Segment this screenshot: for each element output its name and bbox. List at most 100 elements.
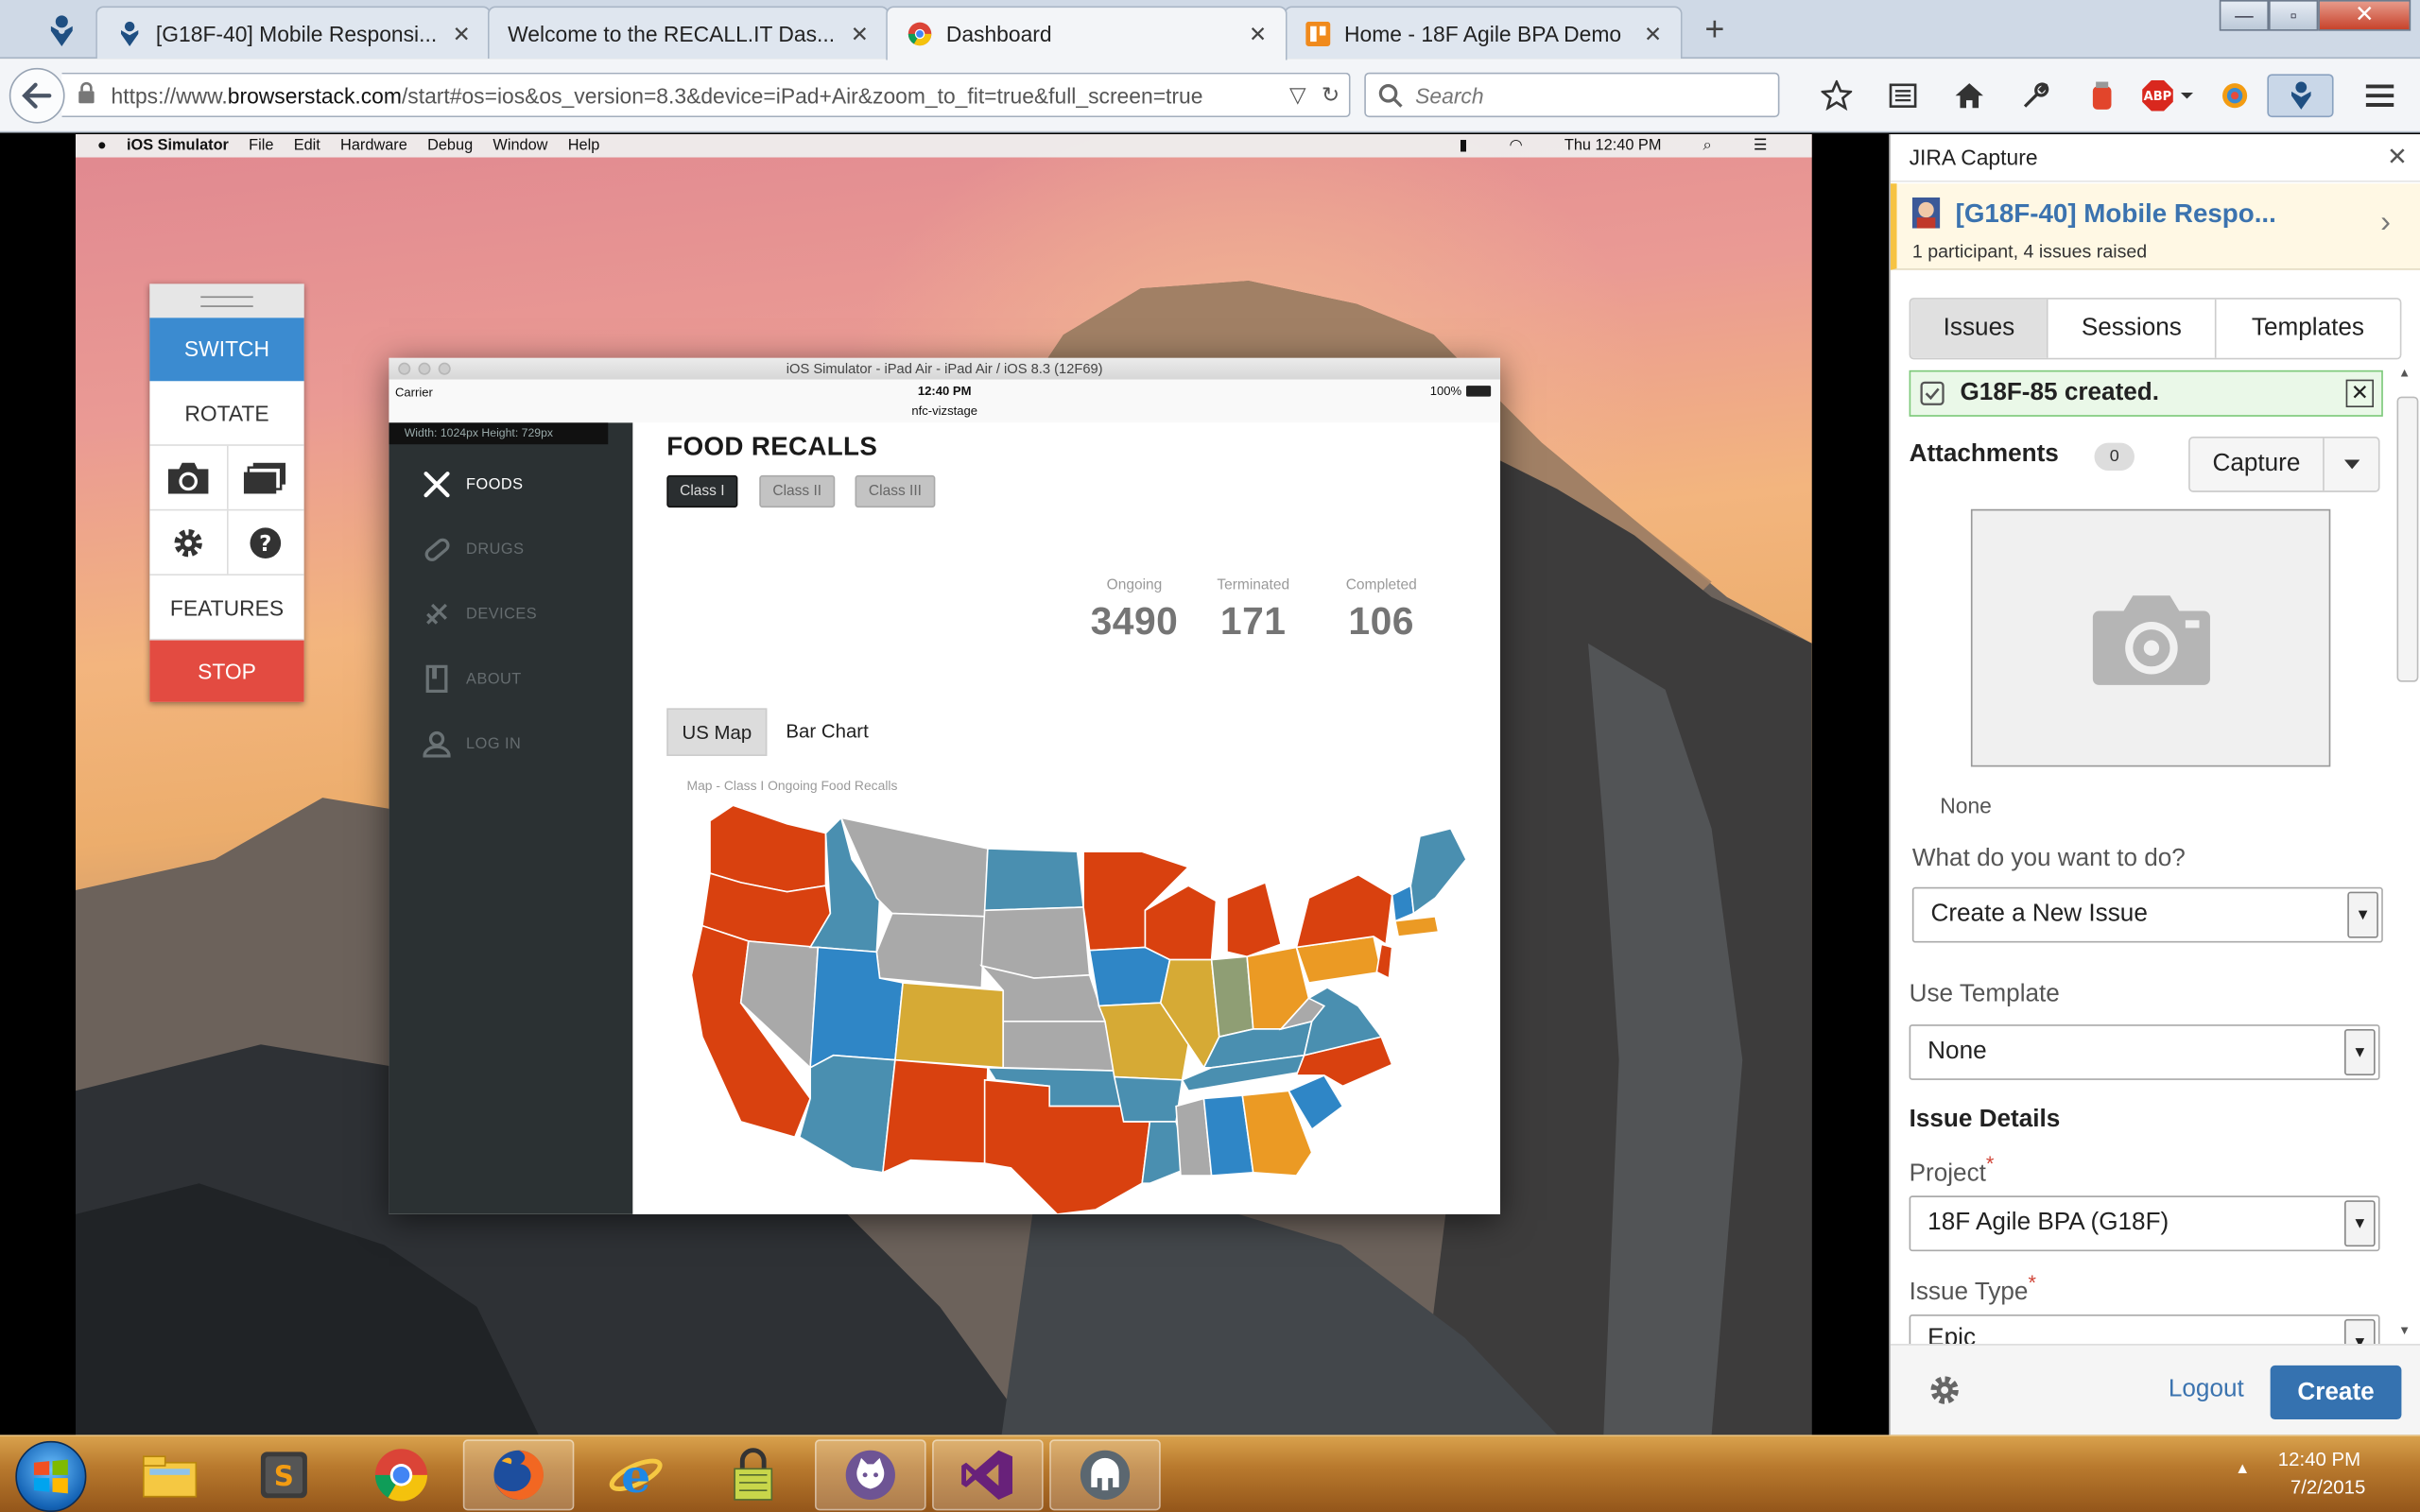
nav-item-devices[interactable]: DEVICES bbox=[420, 598, 537, 629]
taskbar-date[interactable]: 7/2/2015 bbox=[2290, 1476, 2365, 1498]
start-button[interactable] bbox=[15, 1440, 87, 1512]
tab-templates[interactable]: Templates bbox=[2214, 299, 2399, 358]
class-iii-button[interactable]: Class III bbox=[855, 474, 936, 508]
state-ks[interactable] bbox=[1002, 1021, 1115, 1072]
chevron-right-icon[interactable]: › bbox=[2380, 205, 2391, 241]
chevron-down-icon[interactable] bbox=[2323, 438, 2378, 491]
action-select[interactable]: Create a New Issue ▼ bbox=[1911, 886, 2383, 943]
settings-gear-icon[interactable] bbox=[149, 510, 226, 574]
close-tab-icon[interactable]: ✕ bbox=[1641, 21, 1666, 45]
state-co[interactable] bbox=[894, 982, 1005, 1069]
drag-handle[interactable] bbox=[149, 284, 304, 318]
adblock-icon[interactable]: ABP bbox=[2135, 74, 2201, 117]
logout-link[interactable]: Logout bbox=[2169, 1376, 2244, 1403]
dismiss-notice-icon[interactable]: ✕ bbox=[2345, 379, 2375, 408]
features-button[interactable]: FEATURES bbox=[149, 576, 304, 641]
taskbar-time[interactable]: 12:40 PM bbox=[2278, 1449, 2360, 1470]
nav-item-foods[interactable]: FOODS bbox=[420, 469, 523, 500]
tab-bar-chart[interactable]: Bar Chart bbox=[775, 708, 880, 756]
taskbar-firefox[interactable] bbox=[462, 1439, 575, 1511]
project-select[interactable]: 18F Agile BPA (G18F) ▼ bbox=[1909, 1195, 2380, 1252]
minimize-button[interactable]: — bbox=[2219, 0, 2269, 31]
spotlight-icon[interactable]: ⌕ bbox=[1703, 137, 1712, 154]
zoom-light-icon[interactable] bbox=[438, 362, 451, 375]
state-ar[interactable] bbox=[1113, 1075, 1184, 1123]
colorful-extension-icon[interactable] bbox=[2201, 74, 2267, 117]
search-input[interactable]: Search bbox=[1364, 72, 1780, 118]
taskbar-chrome[interactable] bbox=[346, 1439, 458, 1510]
state-nd[interactable] bbox=[983, 848, 1085, 912]
jira-capture-icon[interactable] bbox=[2267, 74, 2334, 118]
tab-issues[interactable]: Issues bbox=[1910, 299, 2048, 358]
window-close-button[interactable]: ✕ bbox=[2318, 0, 2411, 31]
session-title[interactable]: [G18F-40] Mobile Respo... bbox=[1956, 199, 2276, 231]
taskbar-sublime[interactable]: S bbox=[229, 1439, 340, 1510]
menu-window[interactable]: Window bbox=[493, 137, 547, 154]
extension-jar-icon[interactable] bbox=[2068, 74, 2135, 117]
panel-scrollbar[interactable]: ▲ ▼ bbox=[2393, 366, 2420, 1338]
reload-icon[interactable]: ↻ bbox=[1322, 82, 1340, 109]
close-tab-icon[interactable]: ✕ bbox=[449, 21, 474, 45]
screenshot-camera-icon[interactable] bbox=[149, 446, 226, 509]
nav-item-login[interactable]: LOG IN bbox=[420, 729, 521, 760]
state-ia[interactable] bbox=[1088, 946, 1171, 1007]
url-bar[interactable]: https://www.browserstack.com/start#os=io… bbox=[61, 72, 1351, 118]
back-button[interactable] bbox=[9, 67, 65, 124]
taskbar-elephant[interactable] bbox=[1049, 1439, 1161, 1511]
menu-debug[interactable]: Debug bbox=[427, 137, 473, 154]
simulator-title-bar[interactable]: iOS Simulator - iPad Air - iPad Air / iO… bbox=[389, 357, 1500, 380]
settings-gear-icon[interactable] bbox=[1927, 1373, 1962, 1415]
menu-file[interactable]: File bbox=[249, 137, 273, 154]
close-tab-icon[interactable]: ✕ bbox=[1246, 22, 1270, 46]
state-mi[interactable] bbox=[1226, 881, 1283, 958]
notification-list-icon[interactable]: ☰ bbox=[1754, 137, 1768, 154]
menu-hardware[interactable]: Hardware bbox=[340, 137, 407, 154]
close-light-icon[interactable] bbox=[398, 362, 411, 375]
apple-icon[interactable]: ● bbox=[97, 137, 107, 154]
session-banner[interactable]: [G18F-40] Mobile Respo... 1 participant,… bbox=[1891, 183, 2420, 270]
template-select[interactable]: None ▼ bbox=[1909, 1024, 2380, 1080]
minimize-light-icon[interactable] bbox=[418, 362, 431, 375]
state-ny[interactable] bbox=[1295, 873, 1393, 949]
taskbar-ie[interactable]: e bbox=[580, 1439, 692, 1510]
close-panel-icon[interactable]: ✕ bbox=[2387, 142, 2408, 173]
close-tab-icon[interactable]: ✕ bbox=[847, 21, 872, 45]
class-ii-button[interactable]: Class II bbox=[759, 474, 836, 508]
scrollbar-thumb[interactable] bbox=[2396, 396, 2419, 682]
state-in[interactable] bbox=[1210, 955, 1254, 1039]
taskbar-keepass[interactable] bbox=[698, 1439, 809, 1510]
create-button[interactable]: Create bbox=[2270, 1365, 2402, 1420]
new-tab-button[interactable]: + bbox=[1698, 10, 1732, 47]
state-az[interactable] bbox=[798, 1054, 896, 1174]
nav-item-drugs[interactable]: DRUGS bbox=[420, 534, 524, 565]
home-icon[interactable] bbox=[1935, 74, 2001, 117]
pinned-tab-jira[interactable] bbox=[34, 9, 90, 53]
gallery-icon[interactable] bbox=[226, 445, 303, 509]
tab-us-map[interactable]: US Map bbox=[666, 708, 768, 756]
menu-help[interactable]: Help bbox=[568, 137, 600, 154]
reading-list-icon[interactable] bbox=[1869, 74, 1935, 117]
tab-18f-demo[interactable]: Home - 18F Agile BPA Demo ✕ bbox=[1284, 6, 1683, 60]
hamburger-menu-icon[interactable] bbox=[2354, 74, 2407, 117]
taskbar-visual-studio[interactable] bbox=[932, 1439, 1044, 1511]
stop-button[interactable]: STOP bbox=[149, 640, 304, 702]
tab-recallit[interactable]: Welcome to the RECALL.IT Das... ✕ bbox=[487, 6, 890, 60]
tab-sessions[interactable]: Sessions bbox=[2047, 299, 2215, 358]
attachment-placeholder[interactable] bbox=[1970, 508, 2331, 767]
menu-app-name[interactable]: iOS Simulator bbox=[127, 137, 229, 154]
url-dropdown-icon[interactable]: ▽ bbox=[1289, 82, 1306, 109]
class-i-button[interactable]: Class I bbox=[666, 474, 738, 508]
tab-dashboard[interactable]: Dashboard ✕ bbox=[886, 6, 1288, 60]
maximize-button[interactable]: ▫ bbox=[2269, 0, 2319, 31]
state-nj[interactable] bbox=[1375, 943, 1393, 980]
tab-jira-issue[interactable]: [G18F-40] Mobile Responsi... ✕ bbox=[95, 6, 492, 60]
tray-expand-icon[interactable]: ▲ bbox=[2235, 1461, 2250, 1478]
capture-button[interactable]: Capture bbox=[2188, 437, 2380, 492]
help-question-icon[interactable]: ? bbox=[226, 510, 303, 575]
taskbar-explorer[interactable] bbox=[114, 1439, 226, 1510]
menu-edit[interactable]: Edit bbox=[294, 137, 320, 154]
state-ma-ct[interactable] bbox=[1393, 915, 1440, 937]
rotate-button[interactable]: ROTATE bbox=[149, 381, 304, 446]
switch-button[interactable]: SWITCH bbox=[149, 318, 304, 382]
state-wy[interactable] bbox=[875, 912, 986, 988]
